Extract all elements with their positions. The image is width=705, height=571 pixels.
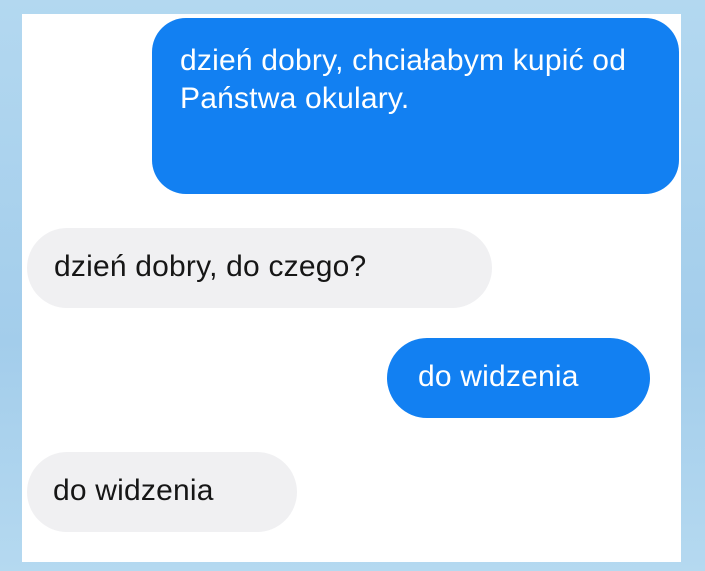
message-text: dzień dobry, chciałabym kupić od Państwa… xyxy=(180,44,627,115)
received-message-bubble[interactable]: do widzenia xyxy=(27,452,297,532)
sent-message-bubble[interactable]: do widzenia xyxy=(387,338,650,418)
sent-message-bubble[interactable]: dzień dobry, chciałabym kupić od Państwa… xyxy=(152,18,679,194)
received-message-bubble[interactable]: dzień dobry, do czego? xyxy=(27,228,492,308)
message-text: dzień dobry, do czego? xyxy=(54,250,367,283)
message-text: do widzenia xyxy=(53,474,214,507)
screenshot-frame: dzień dobry, chciałabym kupić od Państwa… xyxy=(0,0,705,571)
chat-conversation: dzień dobry, chciałabym kupić od Państwa… xyxy=(22,14,681,562)
message-text: do widzenia xyxy=(418,360,579,393)
